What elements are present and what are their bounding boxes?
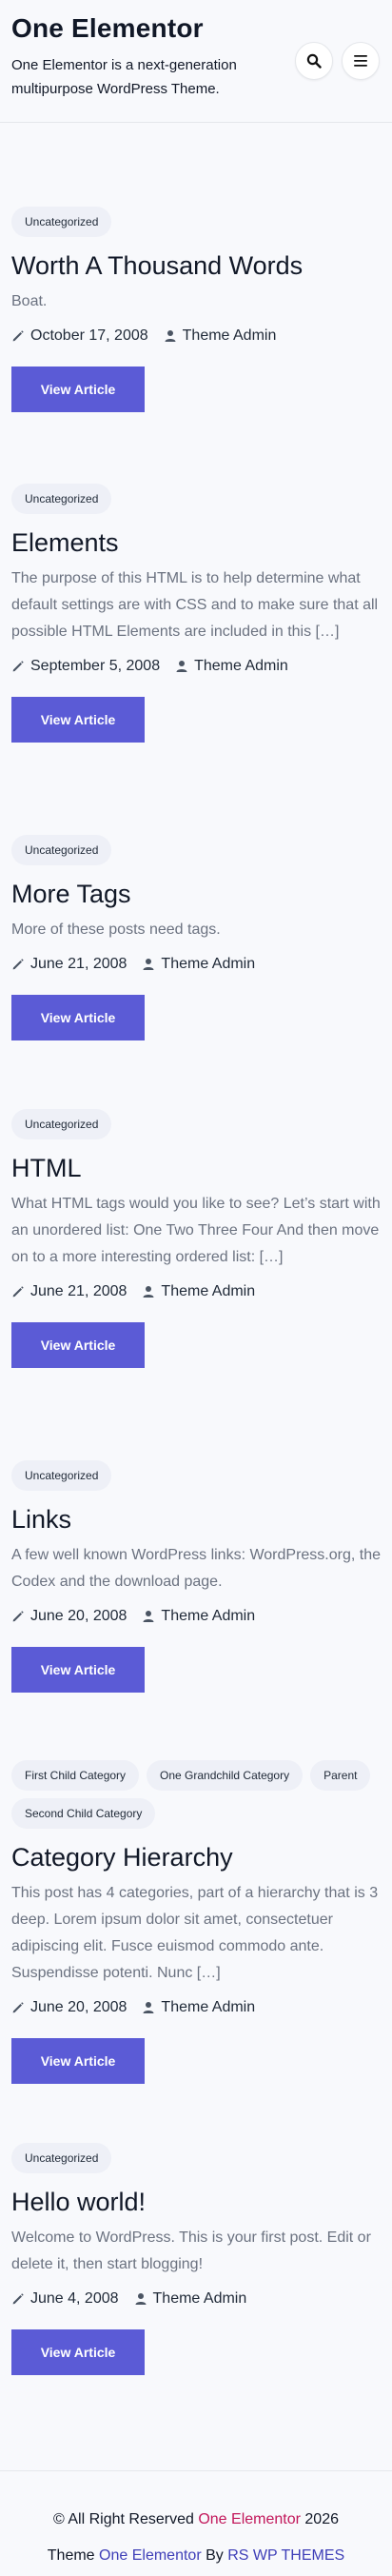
user-icon: [143, 1286, 154, 1298]
pencil-icon: [12, 330, 24, 342]
category-tag[interactable]: Uncategorized: [11, 835, 112, 865]
copyright-year: 2026: [304, 2511, 339, 2527]
post-categories: Uncategorized: [11, 1460, 382, 1491]
post-meta: June 21, 2008 Theme Admin: [11, 1278, 382, 1305]
post-card: Uncategorized Elements The purpose of this…: [11, 484, 382, 743]
post-date[interactable]: June 20, 2008: [30, 1608, 127, 1625]
post-categories: Uncategorized: [11, 835, 382, 865]
copyright-text: © All Right Reserved: [53, 2511, 194, 2527]
pencil-icon: [12, 2002, 24, 2013]
pencil-icon: [12, 1286, 24, 1298]
post-meta: September 5, 2008 Theme Admin: [11, 653, 382, 680]
post-date[interactable]: June 20, 2008: [30, 1999, 127, 2016]
view-article-button[interactable]: View Article: [11, 2038, 145, 2084]
category-tag[interactable]: First Child Category: [11, 1760, 140, 1791]
post-excerpt: A few well known WordPress links: WordPr…: [11, 1547, 381, 1590]
post-author[interactable]: Theme Admin: [161, 1999, 255, 2016]
post-date[interactable]: September 5, 2008: [30, 658, 160, 675]
category-tag[interactable]: Parent: [310, 1760, 371, 1791]
view-article-button[interactable]: View Article: [11, 697, 145, 743]
post-meta: June 20, 2008 Theme Admin: [11, 1994, 382, 2021]
post-author[interactable]: Theme Admin: [161, 1608, 255, 1625]
site-title[interactable]: One Elementor: [11, 13, 204, 44]
view-article-button[interactable]: View Article: [11, 995, 145, 1040]
post-card: Uncategorized HTML What HTML tags would yo…: [11, 1109, 382, 1368]
category-tag[interactable]: Uncategorized: [11, 1109, 112, 1139]
category-tag[interactable]: Uncategorized: [11, 2143, 112, 2173]
user-icon: [176, 661, 187, 672]
post-author[interactable]: Theme Admin: [183, 327, 277, 345]
post-author[interactable]: Theme Admin: [153, 2290, 247, 2308]
post-title[interactable]: Links: [11, 1504, 382, 1535]
post-date[interactable]: October 17, 2008: [30, 327, 148, 345]
post-excerpt: Welcome to WordPress. This is your first…: [11, 2229, 371, 2272]
post-card: Uncategorized Worth A Thousand Words Boat.…: [11, 207, 382, 412]
post-meta: June 20, 2008 Theme Admin: [11, 1603, 382, 1630]
post-date[interactable]: June 4, 2008: [30, 2290, 119, 2308]
view-article-button[interactable]: View Article: [11, 2329, 145, 2375]
post-card: Uncategorized Links A few well known WordP…: [11, 1460, 382, 1693]
menu-button[interactable]: [342, 42, 380, 80]
post-card: Uncategorized More Tags More of these post…: [11, 835, 382, 1040]
pencil-icon: [12, 959, 24, 970]
post-categories: Uncategorized: [11, 207, 382, 237]
pencil-icon: [12, 1611, 24, 1622]
category-tag[interactable]: Second Child Category: [11, 1798, 156, 1829]
search-button[interactable]: [295, 42, 333, 80]
view-article-button[interactable]: View Article: [11, 367, 145, 412]
user-icon: [165, 330, 176, 342]
post-title[interactable]: Elements: [11, 527, 382, 558]
user-icon: [143, 959, 154, 970]
post-title[interactable]: More Tags: [11, 879, 382, 909]
post-title[interactable]: Worth A Thousand Words: [11, 250, 382, 281]
post-title[interactable]: Hello world!: [11, 2187, 382, 2217]
post-meta: June 21, 2008 Theme Admin: [11, 951, 382, 978]
theme-author-link[interactable]: RS WP THEMES: [227, 2547, 344, 2564]
post-date[interactable]: June 21, 2008: [30, 956, 127, 973]
view-article-button[interactable]: View Article: [11, 1647, 145, 1693]
site-footer: © All Right Reserved One Elementor 2026 …: [0, 2470, 392, 2576]
post-categories: Uncategorized: [11, 2143, 382, 2173]
post-author[interactable]: Theme Admin: [194, 658, 288, 675]
site-header: One Elementor One Elementor is a next-ge…: [0, 0, 392, 123]
site-tagline: One Elementor is a next-generation multi…: [11, 57, 237, 97]
pencil-icon: [12, 2293, 24, 2305]
copyright-site-link[interactable]: One Elementor: [198, 2511, 301, 2527]
post-meta: June 4, 2008 Theme Admin: [11, 2286, 382, 2312]
theme-credit-line: Theme One Elementor By RS WP THEMES: [0, 2547, 392, 2565]
post-author[interactable]: Theme Admin: [161, 1283, 255, 1300]
post-categories: Uncategorized: [11, 1109, 382, 1139]
pencil-icon: [12, 661, 24, 672]
search-icon: [306, 53, 322, 69]
by-text: By: [206, 2547, 224, 2564]
user-icon: [135, 2293, 147, 2305]
post-excerpt: Boat.: [11, 293, 48, 309]
post-author[interactable]: Theme Admin: [161, 956, 255, 973]
post-meta: October 17, 2008 Theme Admin: [11, 323, 382, 349]
view-article-button[interactable]: View Article: [11, 1322, 145, 1368]
category-tag[interactable]: Uncategorized: [11, 207, 112, 237]
post-excerpt: More of these posts need tags.: [11, 921, 221, 938]
post-excerpt: What HTML tags would you like to see? Le…: [11, 1196, 381, 1265]
post-card: First Child Category One Grandchild Categ…: [11, 1760, 382, 2084]
post-excerpt: The purpose of this HTML is to help dete…: [11, 570, 379, 640]
theme-prefix: Theme: [47, 2547, 95, 2564]
post-categories: Uncategorized: [11, 484, 382, 514]
category-tag[interactable]: Uncategorized: [11, 1460, 112, 1491]
post-title[interactable]: HTML: [11, 1153, 382, 1183]
category-tag[interactable]: One Grandchild Category: [147, 1760, 304, 1791]
user-icon: [143, 1611, 154, 1622]
user-icon: [143, 2002, 154, 2013]
post-title[interactable]: Category Hierarchy: [11, 1842, 382, 1873]
hamburger-menu-icon: [354, 55, 367, 67]
copyright-line: © All Right Reserved One Elementor 2026: [0, 2511, 392, 2528]
category-tag[interactable]: Uncategorized: [11, 484, 112, 514]
theme-name-link[interactable]: One Elementor: [99, 2547, 202, 2564]
post-card: Uncategorized Hello world! Welcome to Word…: [11, 2143, 382, 2375]
post-categories: First Child Category One Grandchild Categ…: [11, 1760, 382, 1829]
post-date[interactable]: June 21, 2008: [30, 1283, 127, 1300]
post-excerpt: This post has 4 categories, part of a hi…: [11, 1885, 379, 1981]
